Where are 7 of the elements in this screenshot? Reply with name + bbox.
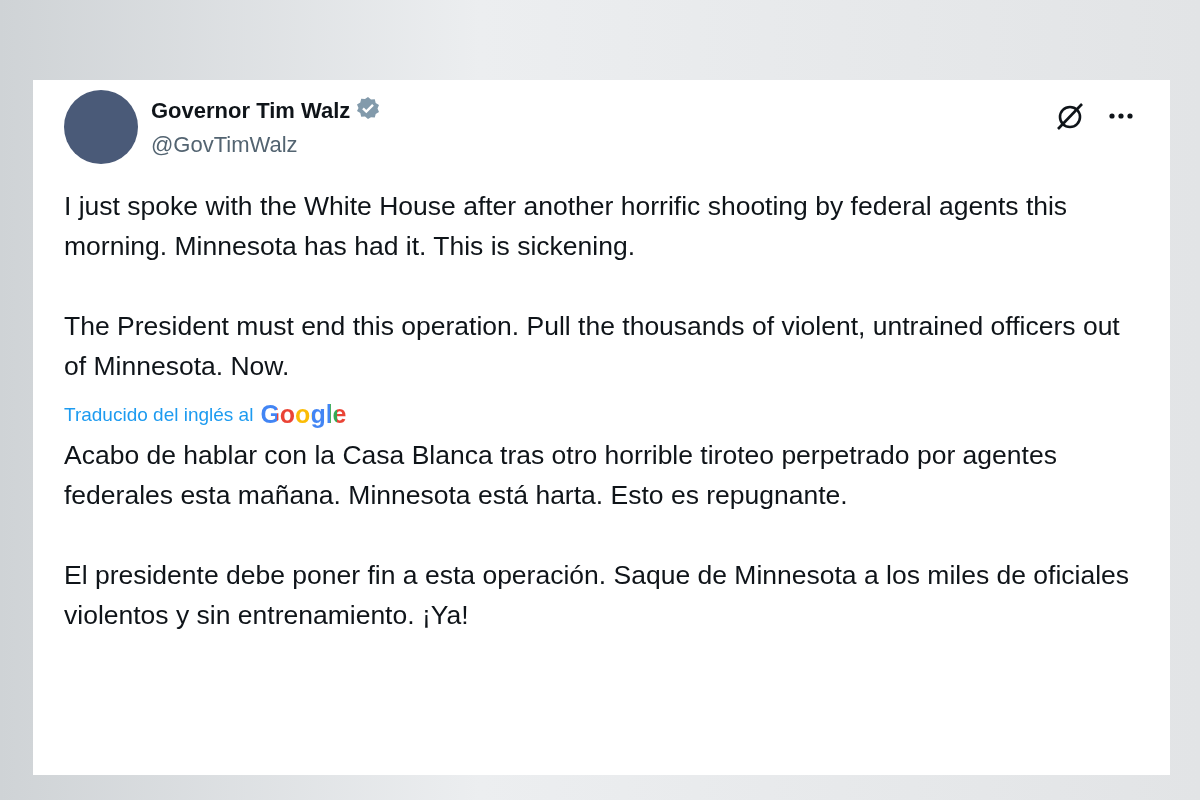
post-text: The President must end this operation. Pull the thousands of violent, untrained officers out of Minnesota. Now. bbox=[64, 310, 1121, 383]
author-name[interactable]: Governor Tim Walz bbox=[151, 98, 351, 124]
author-handle[interactable]: @GovTimWalz bbox=[151, 132, 1041, 158]
translated-text: El presidente debe poner fin a esta operación. Saque de Minnesota a los miles de oficiales violentos y sin entrenamiento. ¡Ya! bbox=[64, 559, 1131, 632]
translated-text: Acabo de hablar con la Casa Blanca tras otro horrible tiroteo perpetrado por agentes federales esta mañana. Minnesota está harta. Esto es repugnante. bbox=[64, 439, 1058, 512]
post-text: I just spoke with the White House after another horrific shooting by federal agents this morning. Minnesota has had it. This is sickening. bbox=[64, 190, 1069, 263]
more-icon[interactable] bbox=[1108, 112, 1134, 120]
